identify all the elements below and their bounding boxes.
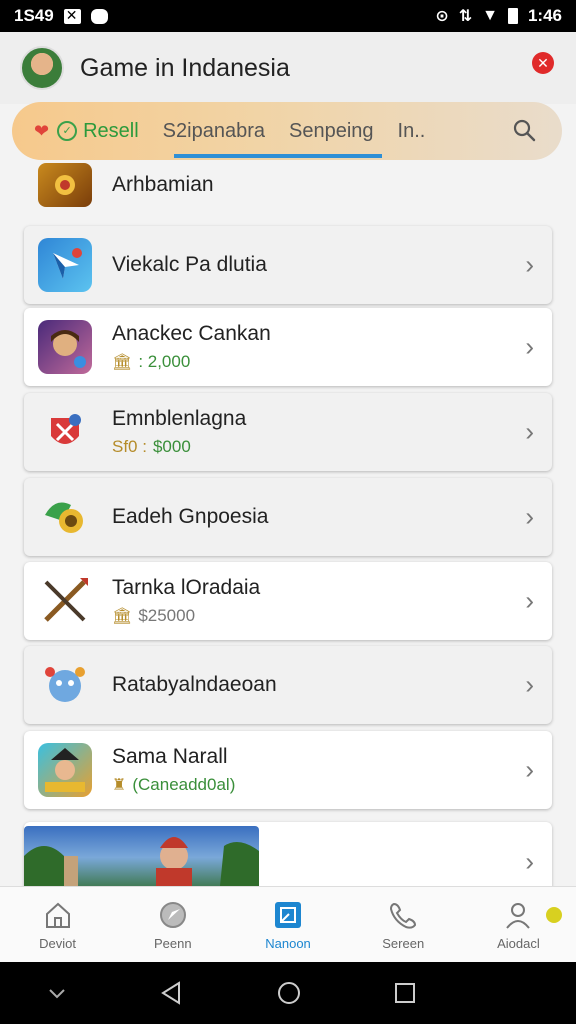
chevron-right-icon: › — [525, 585, 534, 616]
hearts-icon: ❤ — [34, 120, 50, 141]
bottom-nav: Deviot Peenn Nanoon Sereen Aiodacl — [0, 886, 576, 963]
game-icon — [38, 238, 92, 292]
game-price: 🏛 : 2,000 — [112, 352, 191, 371]
page-title: Game in Indanesia — [80, 53, 290, 82]
recents-icon[interactable] — [393, 981, 417, 1005]
game-price: Sf0 : $000 — [112, 437, 191, 456]
bank-icon: ♜ — [112, 777, 127, 794]
game-name: Ratabyalndaeoan — [112, 673, 277, 696]
tab-s2ipanabra[interactable]: S2ipanabra — [163, 120, 265, 143]
game-icon — [38, 743, 92, 797]
bank-icon: 🏛 — [112, 608, 133, 625]
game-name: Eadeh Gnpoesia — [112, 505, 269, 528]
nav-item-deviot[interactable]: Deviot — [0, 887, 115, 963]
back-icon[interactable] — [159, 980, 185, 1006]
game-name: Tarnka lOradaia — [112, 576, 261, 599]
nav-label: Sereen — [382, 935, 425, 951]
nav-item-nanoon[interactable]: Nanoon — [230, 887, 345, 963]
list-item[interactable]: Sama Narall ♜ (Caneadd0al) › — [24, 731, 552, 809]
game-name: Viekalc Pa dlutia — [112, 253, 267, 276]
tab-in[interactable]: In.. — [398, 120, 426, 143]
game-list: Arhbamian Viekalc Pa dlutia › Anackec Ca… — [0, 162, 576, 886]
active-tab-indicator — [174, 154, 382, 158]
check-circle-icon: ✓ — [57, 121, 78, 141]
battery-icon — [507, 8, 518, 24]
notification-x-icon — [63, 7, 81, 24]
wifi-icon: ▼ — [482, 7, 498, 24]
avatar[interactable] — [20, 46, 64, 90]
status-time-left: 1S49 — [14, 6, 54, 25]
chevron-right-icon: › — [525, 846, 534, 877]
list-item[interactable]: Eadeh Gnpoesia › — [24, 478, 552, 556]
bank-icon: 🏛 — [112, 354, 133, 371]
tab-senpeing[interactable]: Senpeing — [289, 120, 374, 143]
phone-icon — [390, 902, 417, 929]
status-bar: 1S49 ⊙ ⇅ ▼ 1:46 — [0, 0, 576, 32]
profile-icon — [506, 902, 531, 929]
games-icon — [275, 901, 301, 928]
home-icon — [45, 902, 70, 928]
game-icon — [38, 574, 92, 628]
discover-icon — [159, 901, 186, 928]
nav-label: Peenn — [154, 935, 192, 951]
nav-item-aiodacl[interactable]: Aiodacl — [461, 887, 576, 963]
app-header: Game in Indanesia ✕ — [0, 32, 576, 104]
alarm-icon: ⊙ — [435, 8, 449, 25]
list-item[interactable]: Ratabyalndaeoan › — [24, 646, 552, 724]
game-icon — [38, 658, 92, 712]
list-item[interactable]: Emnblenlagna Sf0 : $000 › — [24, 393, 552, 471]
chevron-right-icon: › — [525, 416, 534, 447]
nav-label: Deviot — [39, 935, 77, 951]
system-nav-bar — [0, 962, 576, 1024]
status-time-right: 1:46 — [527, 6, 562, 25]
nav-item-sereen[interactable]: Sereen — [346, 887, 461, 963]
chevron-right-icon: › — [525, 501, 534, 532]
banner-image — [24, 826, 259, 886]
game-name: Arhbamian — [112, 173, 214, 196]
nav-label: Aiodacl — [497, 935, 540, 951]
chevron-right-icon: › — [525, 754, 534, 785]
chevron-right-icon: › — [525, 331, 534, 362]
featured-banner-card[interactable]: › — [24, 822, 552, 886]
nav-label: Nanoon — [265, 935, 311, 951]
close-icon[interactable]: ✕ — [532, 52, 554, 74]
list-item[interactable]: Tarnka lOradaia 🏛 $25000 › — [24, 562, 552, 640]
list-item[interactable]: Arhbamian — [24, 162, 552, 214]
game-icon — [38, 490, 92, 544]
notification-dot — [546, 907, 563, 923]
game-price: 🏛 $25000 — [112, 606, 196, 625]
home-button-icon[interactable] — [276, 980, 302, 1006]
chevron-down-icon[interactable] — [46, 982, 68, 1004]
game-icon — [38, 405, 92, 459]
nav-item-peenn[interactable]: Peenn — [115, 887, 230, 963]
category-tabs: ❤ ✓ Resell S2ipanabra Senpeing In.. — [12, 102, 562, 160]
game-price: ♜ (Caneadd0al) — [112, 775, 236, 794]
game-icon — [38, 163, 92, 207]
chevron-right-icon: › — [525, 249, 534, 280]
list-item[interactable]: Anackec Cankan 🏛 : 2,000 › — [24, 308, 552, 386]
game-name: Sama Narall — [112, 745, 228, 768]
game-name: Anackec Cankan — [112, 322, 271, 345]
vibrate-icon: ⇅ — [458, 8, 473, 25]
tab-resell[interactable]: Resell — [83, 120, 139, 143]
notification-app-icon — [90, 8, 108, 24]
game-name: Emnblenlagna — [112, 407, 247, 430]
list-item[interactable]: Viekalc Pa dlutia › — [24, 226, 552, 304]
search-icon[interactable] — [512, 118, 536, 142]
chevron-right-icon: › — [525, 669, 534, 700]
game-icon — [38, 320, 92, 374]
